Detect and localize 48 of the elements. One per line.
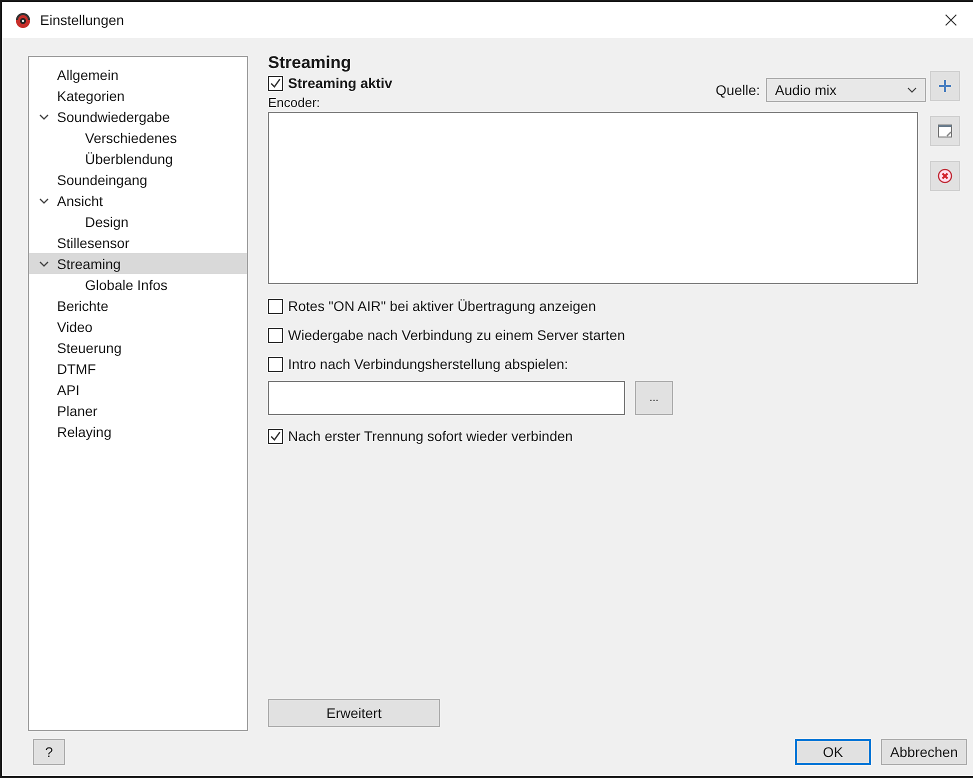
check-icon bbox=[269, 430, 282, 442]
tree-item[interactable]: API bbox=[29, 379, 247, 400]
delete-button[interactable] bbox=[930, 161, 960, 191]
intro-file-field[interactable] bbox=[268, 381, 625, 415]
source-label: Quelle: bbox=[716, 82, 760, 98]
tree-item[interactable]: DTMF bbox=[29, 358, 247, 379]
tree-item[interactable]: Streaming bbox=[29, 253, 247, 274]
tree-item[interactable]: Allgemein bbox=[29, 64, 247, 85]
tree-item[interactable]: Ansicht bbox=[29, 190, 247, 211]
tree-item[interactable]: Globale Infos bbox=[29, 274, 247, 295]
source-dropdown[interactable]: Audio mix bbox=[766, 78, 926, 102]
plus-icon bbox=[937, 78, 953, 94]
option-checkbox[interactable]: Wiedergabe nach Verbindung zu einem Server starten bbox=[268, 327, 625, 343]
window-title: Einstellungen bbox=[40, 12, 124, 28]
encoder-label: Encoder: bbox=[268, 95, 322, 110]
tree-item[interactable]: Überblendung bbox=[29, 148, 247, 169]
tree-item[interactable]: Stillesensor bbox=[29, 232, 247, 253]
streaming-active-checkbox[interactable]: Streaming aktiv bbox=[268, 75, 392, 91]
tree-item[interactable]: Kategorien bbox=[29, 85, 247, 106]
option-checkbox[interactable]: Intro nach Verbindungsherstellung abspielen: bbox=[268, 356, 568, 372]
help-button[interactable]: ? bbox=[33, 739, 65, 765]
add-button[interactable] bbox=[930, 71, 960, 101]
close-button[interactable]: × bbox=[929, 2, 973, 38]
ok-button[interactable]: OK bbox=[795, 739, 871, 765]
tree-item[interactable]: Verschiedenes bbox=[29, 127, 247, 148]
tree-item[interactable]: Relaying bbox=[29, 421, 247, 442]
chevron-icon[interactable] bbox=[39, 258, 49, 268]
tree-item[interactable]: Soundwiedergabe bbox=[29, 106, 247, 127]
cancel-button[interactable]: Abbrechen bbox=[881, 739, 967, 765]
chevron-icon[interactable] bbox=[39, 196, 49, 206]
advanced-button[interactable]: Erweitert bbox=[268, 699, 440, 727]
tree-item[interactable]: Design bbox=[29, 211, 247, 232]
tree-item[interactable]: Berichte bbox=[29, 295, 247, 316]
tree-item[interactable]: Planer bbox=[29, 400, 247, 421]
note-edit-icon bbox=[937, 123, 953, 139]
tree-item[interactable]: Steuerung bbox=[29, 337, 247, 358]
tree-item[interactable]: Soundeingang bbox=[29, 169, 247, 190]
check-icon bbox=[269, 76, 282, 90]
option-checkbox[interactable]: Rotes "ON AIR" bei aktiver Übertragung anzeigen bbox=[268, 298, 596, 314]
reconnect-checkbox[interactable]: Nach erster Trennung sofort wieder verbinden bbox=[268, 428, 573, 444]
caret-icon bbox=[907, 85, 917, 95]
tree-item[interactable]: Video bbox=[29, 316, 247, 337]
edit-button[interactable] bbox=[930, 116, 960, 146]
remove-icon bbox=[937, 168, 953, 184]
section-heading: Streaming bbox=[268, 53, 352, 73]
browse-button[interactable]: ... bbox=[635, 381, 673, 415]
chevron-icon[interactable] bbox=[39, 112, 49, 122]
app-icon bbox=[14, 11, 32, 29]
